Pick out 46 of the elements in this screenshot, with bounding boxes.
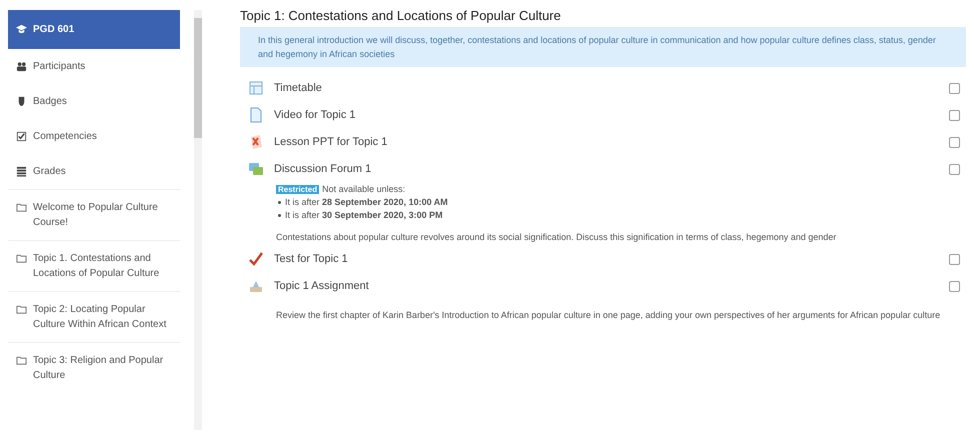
sidebar-item[interactable]: PGD 601: [8, 10, 180, 49]
sidebar-item[interactable]: Grades: [8, 154, 180, 189]
activity-link[interactable]: Timetable: [274, 82, 939, 94]
checkbox-icon: [16, 131, 27, 142]
sidebar-item[interactable]: Welcome to Popular Culture Course!: [8, 189, 180, 240]
folder-icon: [16, 253, 27, 264]
sidebar-item[interactable]: Competencies: [8, 119, 180, 154]
activity-link[interactable]: Topic 1 Assignment: [274, 280, 939, 292]
folder-icon: [16, 202, 27, 213]
page-icon: [248, 80, 264, 96]
chat-icon: [248, 161, 264, 177]
users-icon: [16, 61, 27, 72]
activity-description: Contestations about popular culture revolves around its social signification. Discuss this signification in terms of class, hegemony and gender: [275, 231, 838, 244]
activity-link[interactable]: Video for Topic 1: [274, 109, 939, 121]
sidebar-item[interactable]: Badges: [8, 84, 180, 119]
completion-checkbox[interactable]: [949, 136, 960, 148]
activity-description: Review the first chapter of Karin Barber's Introduction to African popular culture in one page, adding your own perspectives of her arguments for African popular culture: [275, 309, 942, 322]
sidebar-item[interactable]: Topic 2: Locating Popular Culture Within African Context: [8, 291, 180, 342]
section-summary: In this general introduction we will discuss, together, contestations and locations of popular culture in communication and how popular culture defines class, status, gender and hegemony in African societies: [240, 27, 966, 67]
restriction-condition: It is after 30 September 2020, 3:00 PM: [285, 209, 443, 222]
completion-checkbox[interactable]: [949, 82, 960, 94]
folder-icon: [16, 304, 27, 315]
sidebar-item[interactable]: Topic 3: Religion and Popular Culture: [8, 342, 180, 393]
restricted-badge: Restricted: [276, 185, 320, 194]
completion-checkbox[interactable]: [949, 110, 960, 120]
activity-link[interactable]: Lesson PPT for Topic 1: [274, 136, 939, 148]
slides-icon: [248, 134, 264, 150]
activity-link[interactable]: Test for Topic 1: [274, 253, 939, 265]
completion-checkbox[interactable]: [949, 280, 960, 292]
sidebar-item[interactable]: Participants: [8, 49, 180, 84]
restriction-condition: It is after 28 September 2020, 10:00 AM: [285, 196, 448, 209]
table-icon: [16, 166, 27, 177]
document-icon: [248, 107, 264, 123]
shield-icon: [16, 96, 27, 107]
graduation-cap-icon: [16, 24, 27, 35]
checkmark-icon: [248, 251, 264, 267]
restriction-text: Not available unless:: [322, 184, 406, 194]
completion-checkbox[interactable]: [949, 254, 960, 264]
sidebar-item[interactable]: Topic 1. Contestations and Locations of Popular Culture: [8, 240, 180, 291]
scrollbar[interactable]: [194, 10, 202, 430]
activity-link[interactable]: Discussion Forum 1: [274, 163, 939, 175]
folder-icon: [16, 355, 27, 366]
bullet-icon: [278, 214, 281, 217]
completion-checkbox[interactable]: [949, 164, 960, 174]
bullet-icon: [278, 201, 281, 204]
section-title: Topic 1: Contestations and Locations of Popular Culture: [240, 8, 562, 23]
